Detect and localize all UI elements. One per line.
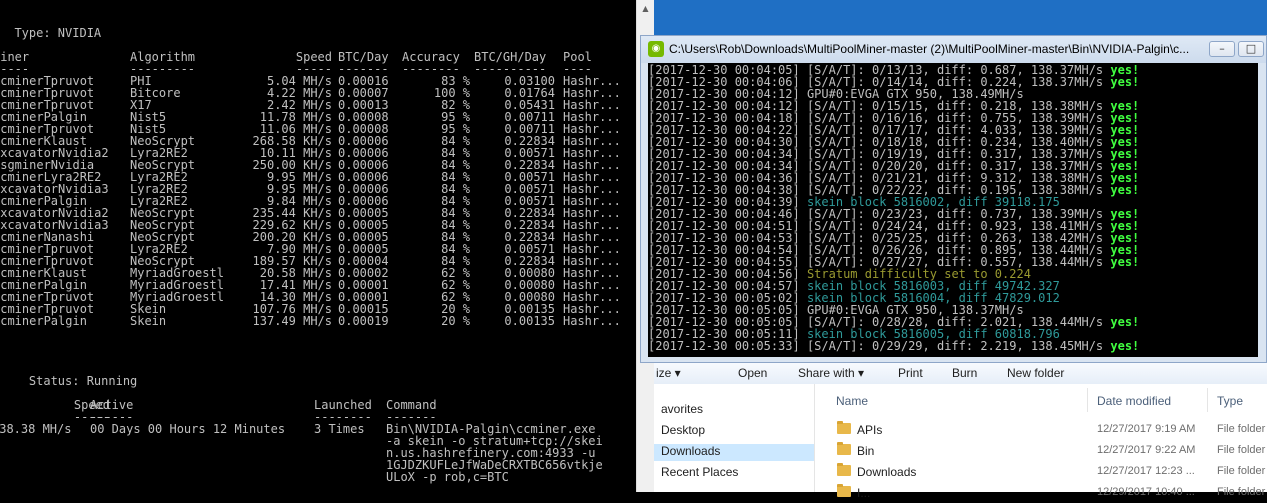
file-list: Name Date modified Type APIs 12/27/2017 9… — [815, 384, 1267, 500]
cell-accuracy: 20 % — [441, 314, 470, 328]
accepted-indicator: yes! — [1110, 183, 1140, 197]
column-header-name[interactable]: Name — [836, 394, 868, 408]
accepted-indicator: yes! — [1110, 339, 1140, 353]
file-type: File folder — [1217, 444, 1266, 456]
device-type-line: Type: NVIDIA — [0, 26, 102, 40]
file-date: 12/27/2017 12:23 ... — [1097, 465, 1195, 477]
toolbar-open[interactable]: Open — [738, 366, 767, 380]
scroll-up-icon[interactable]: ▲ — [637, 0, 654, 17]
file-date: 12/29/2017 10:40 ... — [1097, 486, 1195, 498]
folder-icon — [837, 442, 851, 455]
file-name: APIs — [857, 423, 883, 437]
column-header-type[interactable]: Type — [1217, 394, 1243, 408]
minimize-button[interactable]: – — [1209, 41, 1235, 57]
nav-desktop[interactable]: Desktop — [661, 423, 705, 437]
folder-icon — [837, 421, 851, 434]
column-header-date-modified[interactable]: Date modified — [1097, 394, 1171, 408]
file-row[interactable]: Downloads 12/27/2017 12:23 ... File folder — [815, 461, 1267, 482]
toolbar-share-with[interactable]: Share with ▾ — [798, 366, 864, 380]
toolbar-burn[interactable]: Burn — [952, 366, 977, 380]
file-explorer-window: ize ▾ Open Share with ▾ Print Burn New f… — [654, 360, 1267, 500]
ccminer-title-bar[interactable]: ◉ C:\Users\Rob\Downloads\MultiPoolMiner-… — [641, 36, 1266, 63]
file-row[interactable]: APIs 12/27/2017 9:19 AM File folder — [815, 419, 1267, 440]
file-name: I... — [857, 486, 871, 500]
log-line: [2017-12-30 00:05:33] [S/A/T]: 0/29/29, … — [648, 340, 1139, 352]
cell-miner: CcminerPalgin — [0, 314, 87, 328]
file-row[interactable]: Bin 12/27/2017 9:22 AM File folder — [815, 440, 1267, 461]
toolbar-organize[interactable]: ize ▾ — [656, 366, 681, 380]
accepted-indicator: yes! — [1110, 75, 1140, 89]
table-row: CcminerPalgin Skein 137.49 MH/s 0.00019 20 %… — [0, 315, 636, 327]
maximize-button[interactable]: □ — [1238, 41, 1264, 57]
status-speed-value: 138.38 MH/s — [0, 422, 72, 436]
file-row[interactable]: I... 12/29/2017 10:40 ... File folder — [815, 482, 1267, 503]
file-date: 12/27/2017 9:19 AM — [1097, 423, 1196, 435]
nvidia-logo-icon: ◉ — [648, 41, 664, 57]
accepted-indicator: yes! — [1110, 255, 1140, 269]
cell-btc-gh-day: 0.00135 — [504, 314, 555, 328]
accepted-indicator: yes! — [1110, 315, 1140, 329]
file-name: Bin — [857, 444, 875, 458]
file-name: Downloads — [857, 465, 917, 479]
navigation-pane: avorites Desktop Downloads Recent Places — [654, 384, 815, 492]
status-active-value: 00 Days 00 Hours 12 Minutes — [90, 422, 286, 436]
cell-pool: Hashr... — [563, 314, 621, 328]
cell-speed: 137.49 MH/s — [252, 314, 332, 328]
column-separator[interactable] — [1207, 388, 1208, 412]
nav-recent-places[interactable]: Recent Places — [661, 465, 738, 479]
column-separator[interactable] — [1087, 388, 1088, 412]
explorer-toolbar: ize ▾ Open Share with ▾ Print Burn New f… — [654, 360, 1267, 385]
nav-downloads[interactable]: Downloads — [654, 444, 814, 461]
cell-algorithm: Skein — [130, 314, 167, 328]
cell-btc-day: 0.00019 — [338, 314, 389, 328]
file-type: File folder — [1217, 486, 1266, 498]
miner-status-console: Type: NVIDIA Miner Algorithm Speed BTC/D… — [0, 0, 636, 492]
file-type: File folder — [1217, 423, 1266, 435]
ccminer-output: [2017-12-30 00:04:05] [S/A/T]: 0/13/13, … — [648, 63, 1258, 357]
log-text: [2017-12-30 00:05:33] [S/A/T]: 0/29/29, … — [648, 339, 1111, 353]
file-date: 12/27/2017 9:22 AM — [1097, 444, 1196, 456]
ccminer-console-window: ◉ C:\Users\Rob\Downloads\MultiPoolMiner-… — [640, 35, 1267, 363]
status-launched-value: 3 Times — [314, 422, 365, 436]
nav-favorites[interactable]: avorites — [661, 402, 703, 416]
status-command-line-5: ULoX -p rob,c=BTC — [386, 470, 509, 484]
folder-icon — [837, 463, 851, 476]
status-line: Status: Running — [0, 374, 138, 388]
toolbar-new-folder[interactable]: New folder — [1007, 366, 1064, 380]
toolbar-print[interactable]: Print — [898, 366, 923, 380]
file-type: File folder — [1217, 465, 1266, 477]
window-title: C:\Users\Rob\Downloads\MultiPoolMiner-ma… — [669, 42, 1190, 56]
